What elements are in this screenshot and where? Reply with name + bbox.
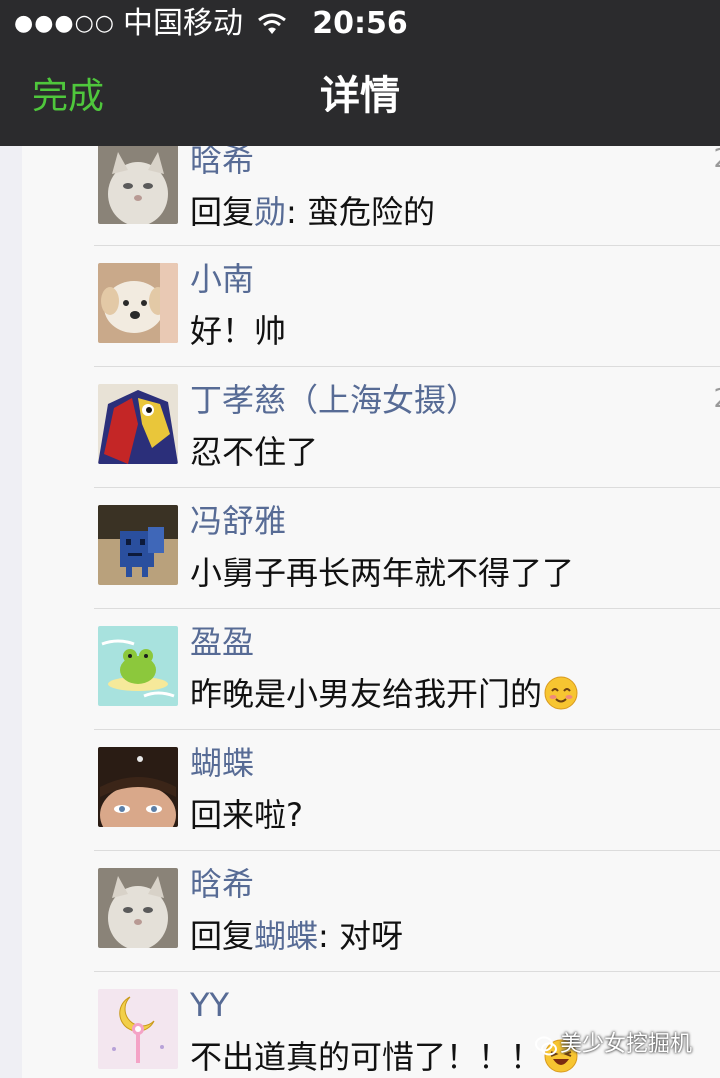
list-item[interactable]: 晗希 回复蝴蝶: 对呀 <box>22 850 720 971</box>
navigation-bar: 完成 详情 <box>0 48 720 146</box>
list-item[interactable]: 丁孝慈（上海女摄） 忍不住了 2 <box>22 366 720 487</box>
commenter-name[interactable]: YY <box>190 985 229 1025</box>
cat-avatar-icon[interactable] <box>98 868 178 948</box>
divider <box>94 729 720 730</box>
list-item[interactable]: 盈盈 昨晚是小男友给我开门的 <box>22 608 720 729</box>
reply-target-name[interactable]: 勋 <box>254 193 286 231</box>
status-bar: ●●●○○ 中国移动 20:56 <box>0 0 720 48</box>
comment-text: 忍不住了 <box>190 433 319 471</box>
cat-avatar-icon[interactable] <box>98 146 178 224</box>
divider <box>94 366 720 367</box>
commenter-name[interactable]: 晗希 <box>190 146 254 180</box>
left-edge-strip <box>0 146 22 1078</box>
moon-wand-avatar-icon[interactable] <box>98 989 178 1069</box>
commenter-name[interactable]: 盈盈 <box>190 622 254 662</box>
divider <box>94 487 720 488</box>
smiling-blushing-emoji-icon <box>544 676 578 710</box>
watermark-text: 美少女挖掘机 <box>560 1032 693 1057</box>
comment-text: 回复勋: 蛮危险的 <box>190 193 435 231</box>
bird-avatar-icon[interactable] <box>98 384 178 464</box>
comment-list[interactable]: 晗希 回复勋: 蛮危险的 2 小南 好！帅 <box>22 146 720 1078</box>
list-item[interactable]: 冯舒雅 小舅子再长两年就不得了了 <box>22 487 720 608</box>
wechat-icon <box>535 1036 557 1056</box>
commenter-name[interactable]: 蝴蝶 <box>190 743 254 783</box>
comment-text: 小舅子再长两年就不得了了 <box>190 554 575 592</box>
comment-time: 2 <box>713 384 720 414</box>
list-item[interactable]: YY 不出道真的可惜了！！！ <box>22 971 720 1078</box>
frog-avatar-icon[interactable] <box>98 626 178 706</box>
face-avatar-icon[interactable] <box>98 747 178 827</box>
commenter-name[interactable]: 冯舒雅 <box>190 501 286 541</box>
list-item[interactable]: 蝴蝶 回来啦? <box>22 729 720 850</box>
comment-text: 回复蝴蝶: 对呀 <box>190 917 403 955</box>
reply-target-name[interactable]: 蝴蝶 <box>254 917 318 955</box>
puppy-avatar-icon[interactable] <box>98 263 178 343</box>
list-item[interactable]: 晗希 回复勋: 蛮危险的 2 <box>22 146 720 247</box>
comment-text: 不出道真的可惜了！！！ <box>190 1037 578 1077</box>
divider <box>94 971 720 972</box>
commenter-name[interactable]: 小南 <box>190 259 254 299</box>
robot-box-avatar-icon[interactable] <box>98 505 178 585</box>
comment-text: 昨晚是小男友给我开门的 <box>190 674 578 714</box>
comment-text: 回来啦? <box>190 796 303 834</box>
divider <box>94 608 720 609</box>
clock: 20:56 <box>312 6 408 41</box>
page-title: 详情 <box>320 73 400 119</box>
commenter-name[interactable]: 晗希 <box>190 864 254 904</box>
divider <box>94 850 720 851</box>
comment-time: 2 <box>713 146 720 174</box>
list-item[interactable]: 小南 好！帅 <box>22 245 720 366</box>
comment-text: 好！帅 <box>190 312 287 350</box>
divider <box>94 245 720 246</box>
commenter-name[interactable]: 丁孝慈（上海女摄） <box>190 380 478 420</box>
